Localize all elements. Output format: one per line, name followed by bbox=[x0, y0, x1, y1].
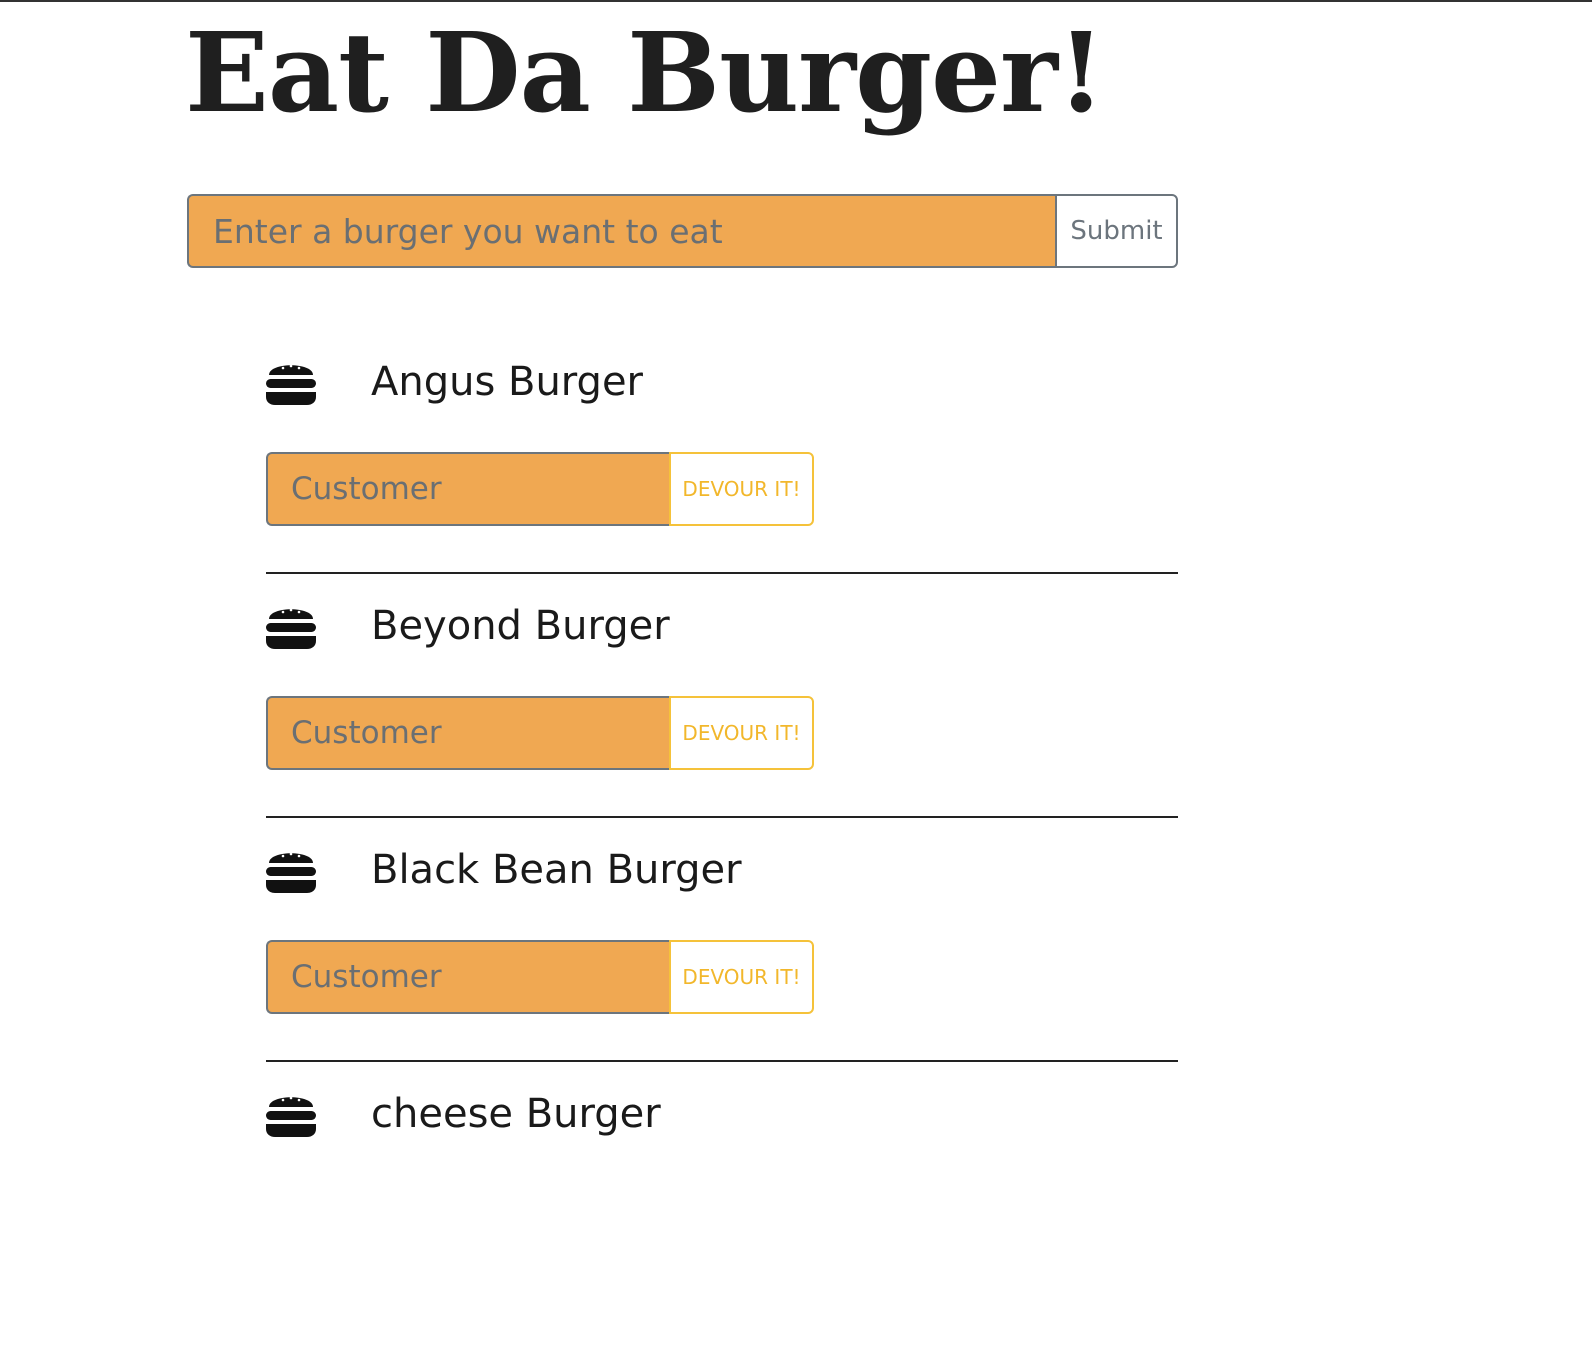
customer-input[interactable] bbox=[266, 940, 669, 1014]
burger-name: Black Bean Burger bbox=[371, 847, 742, 893]
devour-button[interactable]: DEVOUR IT! bbox=[669, 452, 814, 526]
customer-input[interactable] bbox=[266, 696, 669, 770]
burger-list-item: Angus Burger DEVOUR IT! bbox=[266, 330, 1178, 574]
burger-list: Angus Burger DEVOUR IT! Beyond Burger DE… bbox=[266, 330, 1178, 1306]
devour-form: DEVOUR IT! bbox=[266, 452, 814, 526]
submit-button[interactable]: Submit bbox=[1055, 194, 1178, 268]
burger-list-item: Black Bean Burger DEVOUR IT! bbox=[266, 818, 1178, 1062]
add-burger-form: Submit bbox=[187, 194, 1178, 268]
burger-icon bbox=[266, 364, 316, 405]
burger-icon bbox=[266, 852, 316, 893]
devour-form: DEVOUR IT! bbox=[266, 940, 814, 1014]
burger-name: Beyond Burger bbox=[371, 603, 670, 649]
customer-input[interactable] bbox=[266, 452, 669, 526]
burger-row: Angus Burger bbox=[266, 352, 643, 412]
page-title: Eat Da Burger! bbox=[185, 8, 1105, 137]
burger-row: Beyond Burger bbox=[266, 596, 670, 656]
devour-form: DEVOUR IT! bbox=[266, 696, 814, 770]
burger-icon bbox=[266, 1096, 316, 1137]
devour-button[interactable]: DEVOUR IT! bbox=[669, 940, 814, 1014]
burger-row: Black Bean Burger bbox=[266, 840, 742, 900]
burger-row: cheese Burger bbox=[266, 1084, 661, 1144]
devour-button[interactable]: DEVOUR IT! bbox=[669, 696, 814, 770]
burger-name: cheese Burger bbox=[371, 1091, 661, 1137]
burger-icon bbox=[266, 608, 316, 649]
burger-list-item: cheese Burger bbox=[266, 1062, 1178, 1306]
burger-name: Angus Burger bbox=[371, 359, 643, 405]
burger-list-item: Beyond Burger DEVOUR IT! bbox=[266, 574, 1178, 818]
burger-name-input[interactable] bbox=[187, 194, 1055, 268]
